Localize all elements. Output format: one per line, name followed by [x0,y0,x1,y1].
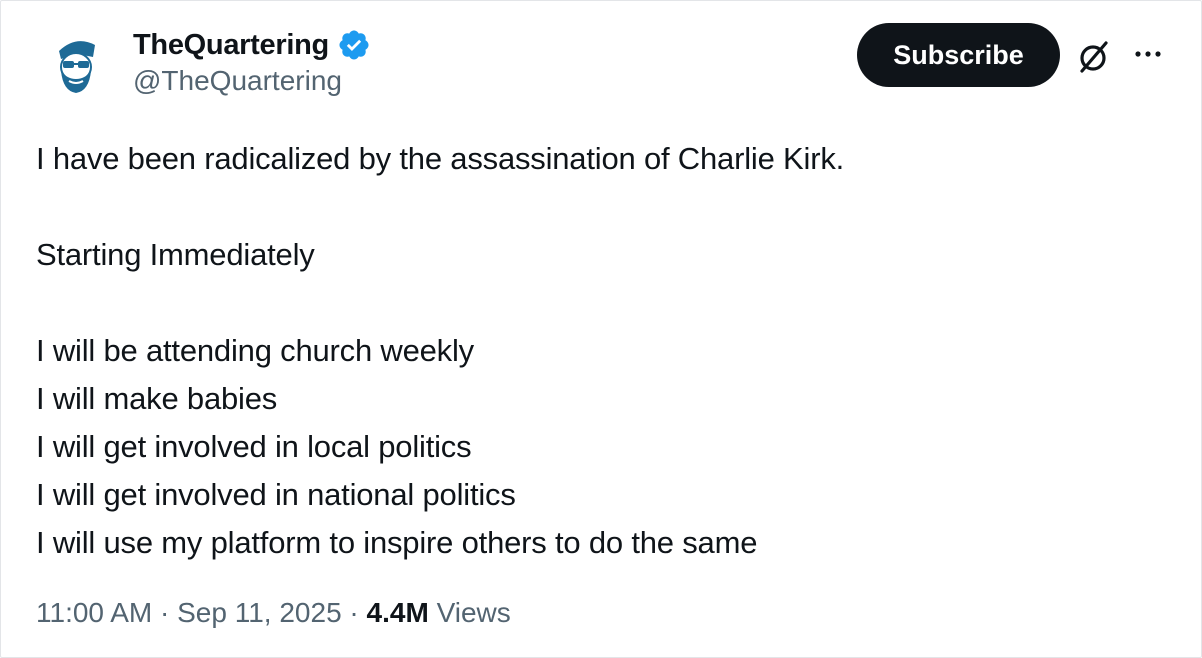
tweet-line: I will use my platform to inspire others… [36,525,758,560]
subscribe-button[interactable]: Subscribe [857,23,1060,87]
tweet-date[interactable]: Sep 11, 2025 [177,597,342,628]
more-options-icon[interactable] [1129,39,1169,69]
views-count[interactable]: 4.4M [367,597,429,628]
tweet-line: I will get involved in national politics [36,477,516,512]
tweet-line: Starting Immediately [36,237,315,272]
author-display-name[interactable]: TheQuartering [133,29,329,62]
tweet-line: I have been radicalized by the assassina… [36,141,845,176]
avatar-image [37,27,115,105]
meta-separator: · [349,597,359,628]
tweet-line: I will be attending church weekly [36,333,474,368]
tweet-metadata: 11:00 AM · Sep 11, 2025 · 4.4M Views [36,597,511,629]
author-name-row: TheQuartering [133,25,371,65]
tweet-card: TheQuartering @TheQuartering Subscribe I… [0,0,1202,658]
tweet-line: I will get involved in local politics [36,429,472,464]
avatar[interactable] [37,27,115,105]
tweet-line: I will make babies [36,381,278,416]
tweet-text: I have been radicalized by the assassina… [36,135,1176,567]
views-label[interactable]: Views [437,597,511,628]
tweet-time[interactable]: 11:00 AM [36,597,152,628]
meta-separator: · [160,597,170,628]
grok-icon[interactable] [1073,37,1113,77]
author-handle[interactable]: @TheQuartering [133,65,342,97]
verified-badge-icon[interactable] [337,28,371,62]
